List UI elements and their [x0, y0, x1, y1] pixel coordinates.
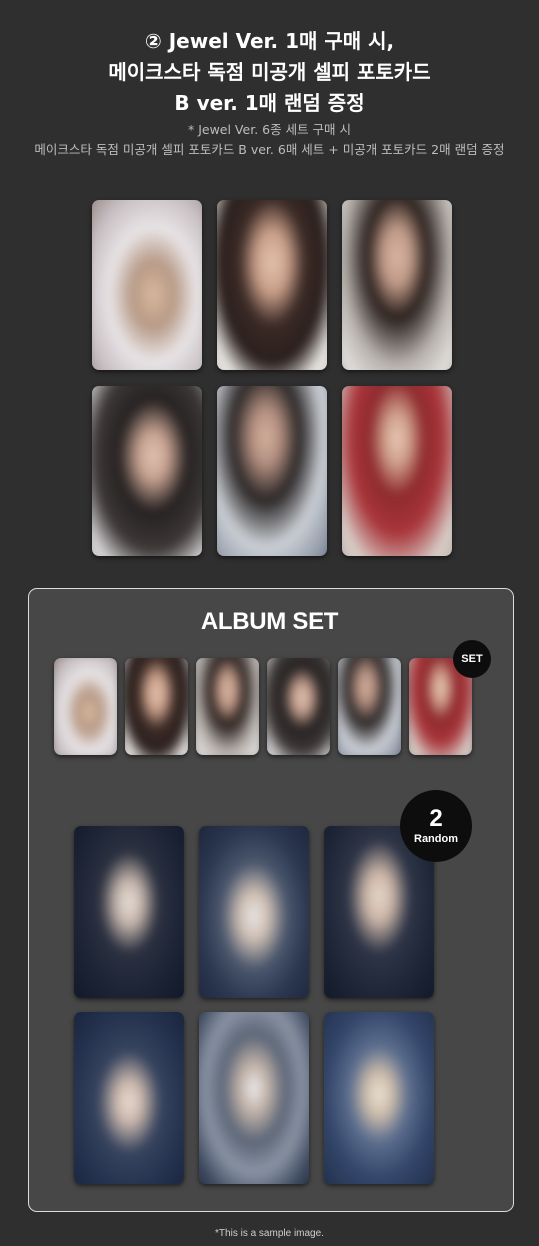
set-card-3: [196, 658, 259, 755]
photo-image: [324, 1012, 434, 1184]
set-badge: SET: [453, 640, 491, 678]
selfie-card-5: [217, 386, 327, 556]
promo-title-line-1: ② Jewel Ver. 1매 구매 시,: [144, 29, 395, 53]
photo-image: [74, 1012, 184, 1184]
random-card-4: [74, 1012, 184, 1184]
random-badge-count: 2: [429, 805, 443, 832]
random-card-6: [324, 1012, 434, 1184]
promo-title-line-2: 메이크스타 독점 미공개 셀피 포토카드: [108, 60, 431, 84]
set-card-4: [267, 658, 330, 755]
selfie-card-1: [92, 200, 202, 370]
sample-image-footnote: *This is a sample image.: [215, 1228, 324, 1239]
selfie-card-6: [342, 386, 452, 556]
set-card-2: [125, 658, 188, 755]
promo-note-line-2: 메이크스타 독점 미공개 셀피 포토카드 B ver. 6매 세트 + 미공개 …: [34, 142, 505, 157]
random-badge-label: Random: [414, 833, 458, 845]
set-card-5: [338, 658, 401, 755]
random-card-5: [199, 1012, 309, 1184]
selfie-card-3: [342, 200, 452, 370]
photo-image: [342, 386, 452, 556]
photo-image: [199, 826, 309, 998]
set-card-1: [54, 658, 117, 755]
random-card-1: [74, 826, 184, 998]
random-badge: 2 Random: [400, 790, 472, 862]
promo-note: * Jewel Ver. 6종 세트 구매 시 메이크스타 독점 미공개 셀피 …: [0, 120, 539, 160]
selfie-card-4: [92, 386, 202, 556]
photo-image: [74, 826, 184, 998]
photo-image: [125, 658, 188, 755]
photo-image: [217, 200, 327, 370]
random-card-2: [199, 826, 309, 998]
promo-title: ② Jewel Ver. 1매 구매 시, 메이크스타 독점 미공개 셀피 포토…: [0, 26, 539, 119]
promo-title-line-3: B ver. 1매 랜덤 증정: [174, 91, 365, 115]
photo-image: [92, 386, 202, 556]
photo-image: [217, 386, 327, 556]
photo-image: [199, 1012, 309, 1184]
photo-image: [92, 200, 202, 370]
photo-image: [338, 658, 401, 755]
photo-image: [54, 658, 117, 755]
album-set-title: ALBUM SET: [200, 608, 339, 635]
photo-image: [196, 658, 259, 755]
photo-image: [267, 658, 330, 755]
photo-image: [342, 200, 452, 370]
promo-note-line-1: * Jewel Ver. 6종 세트 구매 시: [187, 122, 352, 137]
selfie-card-2: [217, 200, 327, 370]
